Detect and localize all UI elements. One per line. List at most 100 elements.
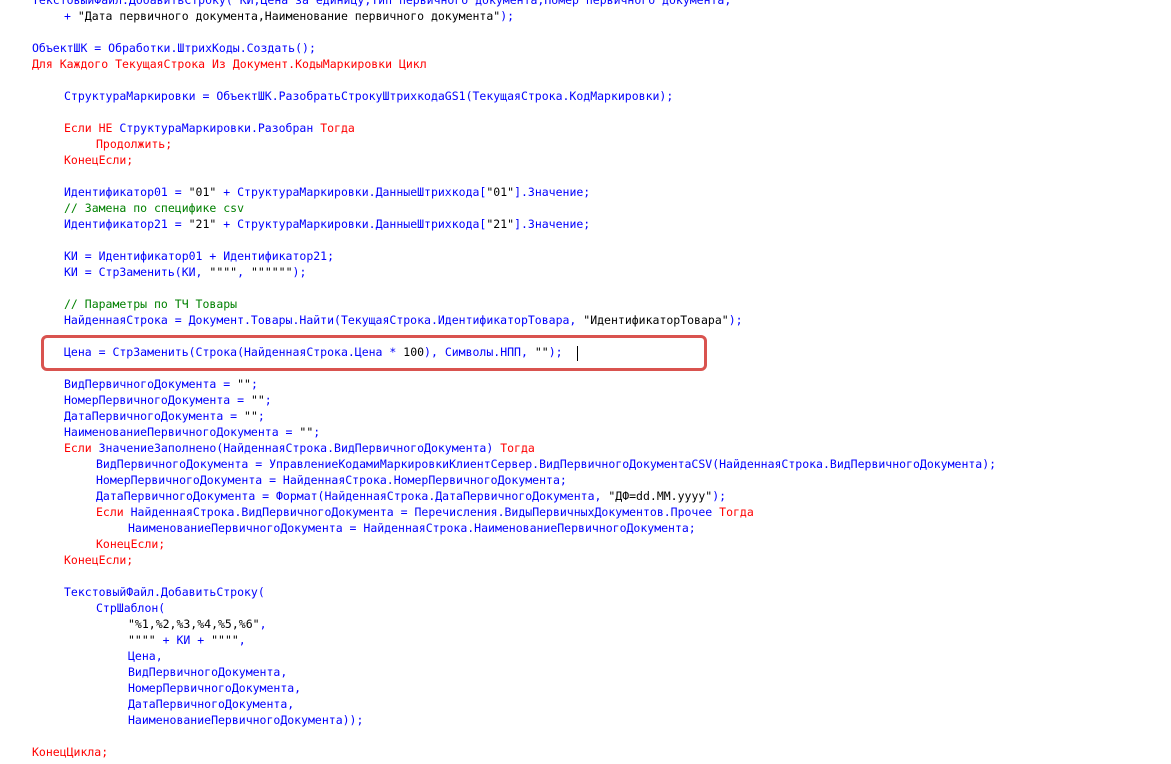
code-line: ДатаПервичногоДокумента, [128,696,294,712]
code-token: "" [244,409,258,423]
code-line: КИ = Идентификатор01 + Идентификатор21; [64,248,334,264]
code-token: "01" [486,185,515,199]
code-line: КонецЦикла; [32,744,108,760]
code-line: Если ЗначениеЗаполнено(НайденнаяСтрока.В… [64,440,535,456]
code-token: КонецЕсли; [96,537,166,551]
code-token: Если [96,505,131,519]
code-token: ДатаПервичногоДокумента, [128,697,295,711]
code-line: Если НЕ СтруктураМаркировки.Разобран Тог… [64,120,355,136]
code-line: ВидПервичногоДокумента = ""; [64,376,258,392]
code-line: КонецЕсли; [64,152,133,168]
code-token: ); [728,313,743,327]
code-line: Идентификатор01 = "01" + СтруктураМаркир… [64,184,590,200]
code-token: НаименованиеПервичногоДокумента = Найден… [128,521,696,535]
code-token: КИ = Идентификатор01 + Идентификатор21; [64,249,335,263]
code-token: Идентификатор21 = [64,217,189,231]
code-editor[interactable]: ТекстовыйФайл.ДобавитьСтроку("КИ,Цена за… [0,0,1171,764]
code-token: КонецЦикла; [32,745,109,759]
code-token: ТекстовыйФайл.ДобавитьСтроку( [64,585,265,599]
code-token: СтрШаблон( [96,601,166,615]
code-token: Тогда [500,441,535,455]
code-token: 100 [403,345,425,359]
code-line: НомерПервичногоДокумента = НайденнаяСтро… [96,472,567,488]
code-token: СтруктураМаркировки.Разобран [119,121,321,135]
code-token: ); [712,489,727,503]
code-token: "" [250,393,265,407]
code-line: НаименованиеПервичногоДокумента = Найден… [128,520,696,536]
code-token: "" [534,345,549,359]
code-line: СтруктураМаркировки = ОбъектШК.Разобрать… [64,88,673,104]
code-token: , [259,617,267,631]
code-token: ДатаПервичногоДокумента = Формат(Найденн… [96,489,609,503]
code-token: ДатаПервичногоДокумента = [64,409,245,423]
code-line: // Замена по специфике csv [64,200,244,216]
code-token: НаименованиеПервичногоДокумента = [64,425,300,439]
code-token: Продолжить; [96,137,173,151]
code-token: НомерПервичногоДокумента, [128,681,302,695]
code-token: "" [299,425,314,439]
code-token: Если [64,441,99,455]
code-line: ТекстовыйФайл.ДобавитьСтроку( [64,584,265,600]
code-token: ); [548,345,563,359]
code-token: """" [211,633,239,647]
code-token: """" [128,633,156,647]
code-token: ЗначениеЗаполнено(НайденнаяСтрока.ВидПер… [98,441,501,455]
code-token: НомерПервичногоДокумента = [64,393,251,407]
code-token: ; [264,393,272,407]
code-token: СтруктураМаркировки = ОбъектШК.Разобрать… [64,89,674,103]
code-token: "Дата первичного документа,Наименование … [77,9,501,23]
code-token: Если НЕ [64,121,120,135]
code-line: ВидПервичногоДокумента, [128,664,287,680]
code-token: , [238,633,246,647]
code-token: КонецЕсли; [64,553,134,567]
code-token: ; [257,409,265,423]
code-token: ].Значение; [514,185,591,199]
code-line: НомерПервичногоДокумента, [128,680,301,696]
code-token: Тогда [719,505,754,519]
code-token: // Замена по специфике csv [64,201,245,215]
code-line: НаименованиеПервичногоДокумента)); [128,712,363,728]
code-line: КонецЕсли; [64,552,133,568]
code-line: ВидПервичногоДокумента = УправлениеКодам… [96,456,996,472]
code-token: , [237,265,251,279]
code-token: """" [209,265,238,279]
code-line: Цена = СтрЗаменить(Строка(НайденнаяСтрок… [64,344,563,360]
code-token: НайденнаяСтрока = Документ.Товары.Найти(… [64,313,584,327]
code-line: Идентификатор21 = "21" + СтруктураМаркир… [64,216,590,232]
code-line: Для Каждого ТекущаяСтрока Из Документ.Ко… [32,56,427,72]
code-token: ; [250,377,258,391]
text-cursor [577,346,578,361]
code-token: """""" [250,265,293,279]
code-token: НаименованиеПервичногоДокумента)); [128,713,364,727]
code-token: НайденнаяСтрока.ВидПервичногоДокумента =… [130,505,720,519]
code-token: ), Символы.НПП, [424,345,535,359]
code-token: + СтруктураМаркировки.ДанныеШтрихкода[ [216,217,487,231]
code-line: + "Дата первичного документа,Наименовани… [64,8,514,24]
code-line: КИ = СтрЗаменить(КИ, """", """"""); [64,264,306,280]
code-line: Если НайденнаяСтрока.ВидПервичногоДокуме… [96,504,754,520]
code-line: ДатаПервичногоДокумента = ""; [64,408,265,424]
code-line: СтрШаблон( [96,600,165,616]
code-token: ВидПервичногоДокумента, [128,665,288,679]
code-token: Цена = СтрЗаменить(Строка(НайденнаяСтрок… [64,345,404,359]
code-token: ОбъектШК = Обработки.ШтрихКоды.Создать()… [32,41,316,55]
code-token: КонецЕсли; [64,153,134,167]
code-line: НомерПервичногоДокумента = ""; [64,392,272,408]
code-token: ].Значение; [514,217,591,231]
code-token: "01" [188,185,217,199]
code-line: // Параметры по ТЧ Товары [64,296,237,312]
code-token: ); [500,9,515,23]
code-token: ВидПервичногоДокумента = [64,377,238,391]
code-token: ТекстовыйФайл.ДобавитьСтроку("КИ,Цена за… [32,0,739,7]
code-token: "" [237,377,251,391]
code-line: НайденнаяСтрока = Документ.Товары.Найти(… [64,312,743,328]
code-token: "21" [486,217,515,231]
code-line: ДатаПервичногоДокумента = Формат(Найденн… [96,488,726,504]
code-token: ); [292,265,307,279]
code-line: КонецЕсли; [96,536,165,552]
code-token: "ИдентификаторТовара" [583,313,729,327]
code-line: ОбъектШК = Обработки.ШтрихКоды.Создать()… [32,40,316,56]
code-line: НаименованиеПервичногоДокумента = ""; [64,424,320,440]
code-line: Продолжить; [96,136,172,152]
code-token: "%1,%2,%3,%4,%5,%6" [128,617,260,631]
